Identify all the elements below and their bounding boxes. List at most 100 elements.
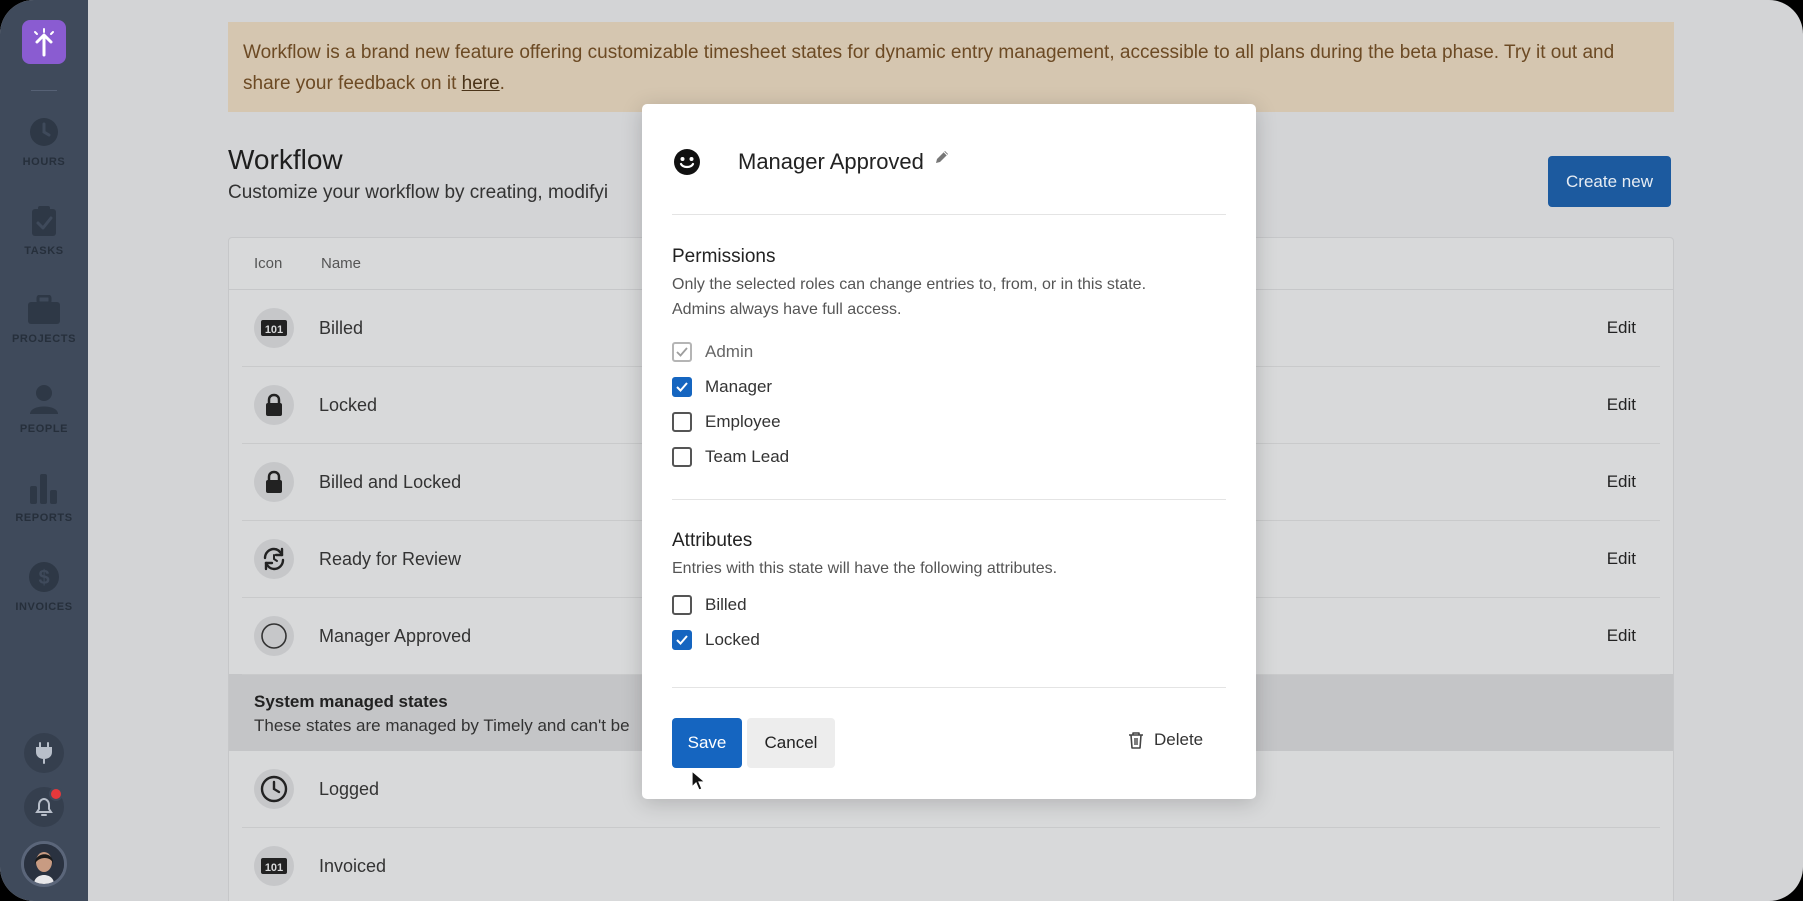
row-name: Logged	[319, 778, 380, 799]
sidebar-item-label: TASKS	[24, 244, 64, 257]
checkbox[interactable]	[672, 447, 692, 467]
lock-icon	[254, 462, 294, 502]
checkbox[interactable]	[672, 412, 692, 432]
permissions-desc-line: Admins always have full access.	[672, 301, 902, 318]
checkbox[interactable]	[672, 377, 692, 397]
briefcase-icon	[28, 294, 60, 324]
modal-header: Manager Approved	[672, 142, 1226, 182]
svg-text:101: 101	[265, 324, 283, 336]
sidebar-divider	[31, 90, 57, 91]
checkbox-label: Admin	[705, 342, 754, 361]
delete-button[interactable]: Delete	[1128, 730, 1203, 750]
edit-link[interactable]: Edit	[1607, 472, 1636, 492]
modal-divider	[672, 687, 1226, 688]
banner-text: Workflow is a brand new feature offering…	[243, 42, 1615, 94]
column-header-name: Name	[321, 255, 362, 272]
checkbox-label: Manager	[705, 377, 773, 396]
checkmark-icon	[676, 635, 688, 645]
row-name: Billed	[319, 317, 364, 338]
sidebar-item-label: INVOICES	[15, 600, 73, 613]
clipboard-check-icon	[32, 205, 56, 236]
refresh-icon	[254, 539, 294, 579]
checkmark-icon	[676, 382, 688, 392]
pencil-icon[interactable]	[934, 149, 950, 165]
billed-icon: 101	[254, 846, 294, 886]
table-row: 101 Invoiced	[242, 828, 1660, 901]
checkbox-label: Billed	[705, 595, 747, 614]
svg-text:$: $	[38, 567, 49, 589]
row-name: Invoiced	[319, 855, 387, 876]
checkmark-icon	[676, 347, 688, 357]
role-team-lead-checkbox[interactable]: Team Lead	[672, 447, 789, 467]
sidebar-item-invoices[interactable]: $ INVOICES	[0, 542, 88, 631]
clock-icon	[254, 769, 294, 809]
row-name: Ready for Review	[319, 548, 462, 569]
edit-link[interactable]: Edit	[1607, 318, 1636, 338]
role-manager-checkbox[interactable]: Manager	[672, 377, 772, 397]
trash-icon	[1129, 732, 1143, 749]
mouse-cursor-icon	[691, 770, 707, 791]
checkbox-label: Team Lead	[705, 447, 790, 466]
row-name: Manager Approved	[319, 625, 472, 646]
banner-end: .	[499, 73, 505, 94]
page-title: Workflow	[228, 144, 343, 175]
attributes-desc: Entries with this state will have the fo…	[672, 560, 1058, 577]
column-header-icon: Icon	[254, 255, 283, 272]
avatar[interactable]	[21, 841, 67, 887]
page-subtitle: Customize your workflow by creating, mod…	[228, 182, 609, 203]
attributes-title: Attributes	[672, 530, 753, 551]
edit-link[interactable]: Edit	[1607, 626, 1636, 646]
checkbox[interactable]	[672, 595, 692, 615]
circle-icon	[254, 616, 294, 656]
modal-divider	[672, 214, 1226, 215]
sidebar-item-projects[interactable]: PROJECTS	[0, 275, 88, 364]
smiley-icon[interactable]	[672, 147, 702, 177]
app-logo[interactable]	[22, 20, 66, 64]
integrations-button[interactable]	[24, 733, 64, 773]
edit-link[interactable]: Edit	[1607, 549, 1636, 569]
dollar-icon: $	[29, 561, 59, 592]
permissions-desc: Only the selected roles can change entri…	[672, 272, 1212, 322]
edit-link[interactable]: Edit	[1607, 395, 1636, 415]
sidebar-item-label: PEOPLE	[19, 422, 69, 435]
beta-banner: Workflow is a brand new feature offering…	[228, 22, 1674, 112]
lock-icon	[254, 385, 294, 425]
user-avatar-icon	[24, 844, 64, 884]
sidebar-item-people[interactable]: PEOPLE	[0, 364, 88, 453]
sidebar-item-label: HOURS	[22, 155, 66, 168]
create-new-button[interactable]: Create new	[1548, 156, 1671, 207]
checkbox-label: Employee	[705, 412, 781, 431]
row-name: Locked	[319, 394, 378, 415]
attribute-billed-checkbox[interactable]: Billed	[672, 595, 747, 615]
sidebar-item-label: REPORTS	[15, 511, 73, 524]
checkbox	[672, 342, 692, 362]
modal-divider	[672, 499, 1226, 500]
app-window: HOURS TASKS PROJECTS PEOPLE REPORTS $ IN…	[0, 0, 1803, 901]
permissions-desc-line: Only the selected roles can change entri…	[672, 276, 1147, 293]
bar-chart-icon	[30, 473, 57, 504]
attribute-locked-checkbox[interactable]: Locked	[672, 630, 760, 650]
svg-text:101: 101	[265, 862, 283, 874]
sidebar-item-hours[interactable]: HOURS	[0, 97, 88, 186]
edit-state-modal: Manager Approved Permissions Only the se…	[642, 104, 1256, 799]
permissions-title: Permissions	[672, 246, 776, 267]
sidebar-bottom	[0, 733, 88, 887]
save-button[interactable]: Save	[672, 718, 742, 768]
role-employee-checkbox[interactable]: Employee	[672, 412, 781, 432]
notification-badge	[49, 787, 63, 801]
plug-icon	[36, 742, 52, 764]
sidebar-item-tasks[interactable]: TASKS	[0, 186, 88, 275]
sidebar-item-label: PROJECTS	[11, 332, 77, 345]
modal-title[interactable]: Manager Approved	[738, 149, 924, 175]
cancel-button[interactable]: Cancel	[747, 718, 835, 768]
checkbox[interactable]	[672, 630, 692, 650]
billed-icon: 101	[254, 308, 294, 348]
delete-label: Delete	[1154, 730, 1204, 749]
arrow-up-logo-icon	[34, 28, 54, 57]
feedback-link[interactable]: here	[462, 73, 500, 94]
sidebar-item-reports[interactable]: REPORTS	[0, 453, 88, 542]
person-icon	[30, 384, 58, 414]
notifications-button[interactable]	[24, 787, 64, 827]
sidebar: HOURS TASKS PROJECTS PEOPLE REPORTS $ IN…	[0, 0, 88, 901]
clock-icon	[30, 117, 58, 146]
